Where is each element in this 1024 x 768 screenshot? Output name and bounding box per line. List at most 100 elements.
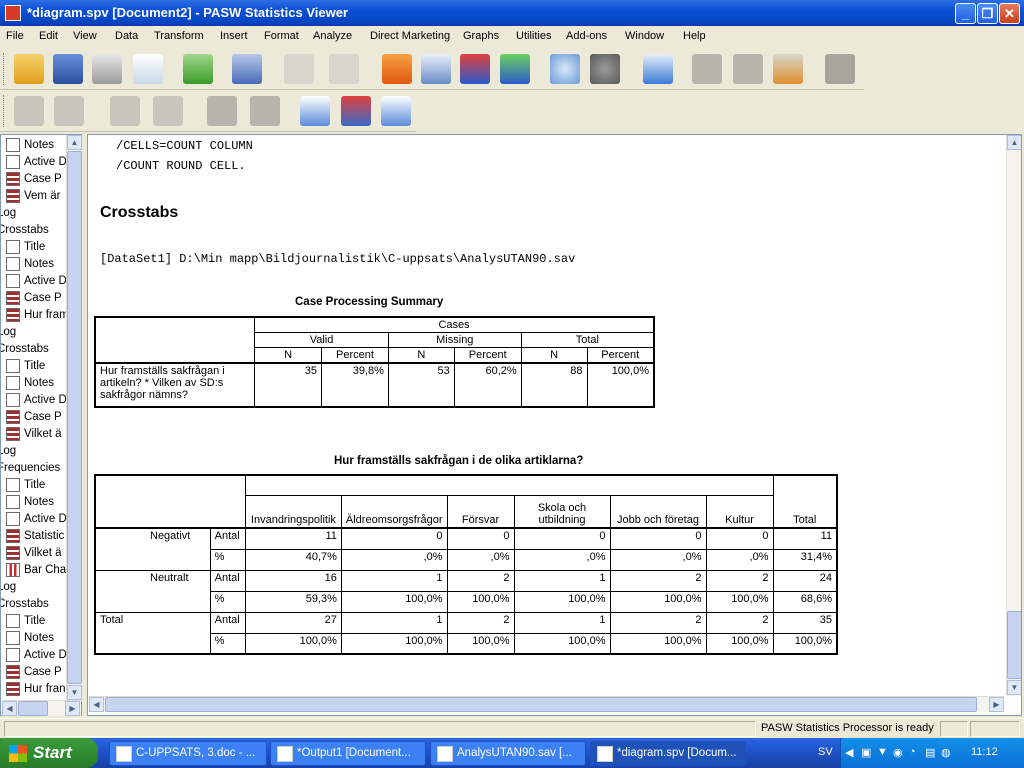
recall-dialog-icon[interactable] [232,54,262,84]
select-cases-icon[interactable] [590,54,620,84]
col-header: Jobb och företag [609,494,707,529]
tray-arrow-icon[interactable]: ◀ [845,746,853,759]
toolbar-grip[interactable] [3,95,6,127]
output-heading[interactable]: Crosstabs [100,204,178,222]
data-cell: 100,0% [446,590,515,613]
table-icon [6,427,20,441]
insert-text-icon[interactable] [381,96,411,126]
table-icon [6,529,20,543]
active-dataset-icon [6,648,20,662]
hide-icon[interactable] [250,96,280,126]
outline-pane[interactable]: Notes Active D Case P Vem är Log Crosstabs Tit… [0,134,82,716]
crosstab-table[interactable]: Total Invandringspolitik Äldreomsorgsfrå… [93,474,838,655]
menu-format[interactable]: Format [264,30,299,42]
menu-data[interactable]: Data [115,30,138,42]
tray-audio-icon[interactable]: ◉ [893,746,903,759]
scroll-left-arrow[interactable]: ◀ [2,701,17,716]
scroll-thumb[interactable] [67,151,82,684]
scroll-up-arrow[interactable]: ▲ [67,135,82,150]
collapse-icon[interactable] [153,96,183,126]
close-button[interactable]: ✕ [999,3,1020,24]
tray-sync-icon[interactable]: ▤ [925,746,935,759]
output-vertical-scrollbar[interactable]: ▲ ▼ [1006,135,1021,696]
insert-case-icon[interactable] [460,54,490,84]
menu-insert[interactable]: Insert [220,30,248,42]
scroll-thumb[interactable] [18,701,48,716]
output-horizontal-scrollbar[interactable]: ◀ ▶ [89,696,1004,712]
language-indicator[interactable]: SV [818,746,833,758]
goto-data-icon[interactable] [382,54,412,84]
demote-icon[interactable] [54,96,84,126]
insert-title-icon[interactable] [341,96,371,126]
show-icon[interactable] [207,96,237,126]
col-header-percent: Percent [320,347,389,364]
task-button-active[interactable]: *diagram.spv [Docum... [590,741,746,766]
tray-shield-icon[interactable]: ▼ [877,746,888,758]
restore-button[interactable]: ❐ [977,3,998,24]
minimize-button[interactable]: _ [955,3,976,24]
promote-icon[interactable] [14,96,44,126]
undo-icon[interactable] [284,54,314,84]
outline-item-label: Case P [24,666,62,678]
tray-security-icon[interactable]: ◍ [941,746,951,759]
menu-transform[interactable]: Transform [154,30,204,42]
case-processing-table[interactable]: Cases Valid Missing Total N Percent N Pe… [94,316,656,408]
toolbar-grip[interactable] [3,53,6,85]
col-header-valid: Valid [254,332,389,348]
start-button[interactable]: Start [0,738,98,768]
menu-help[interactable]: Help [683,30,706,42]
scroll-thumb[interactable] [105,697,977,712]
output-pane[interactable]: /CELLS=COUNT COLUMN /COUNT ROUND CELL. C… [87,134,1022,716]
print-icon[interactable] [92,54,122,84]
expand-icon[interactable] [110,96,140,126]
tray-network-icon[interactable]: ▣ [861,746,871,759]
scroll-up-arrow[interactable]: ▲ [1007,135,1021,150]
redo-icon[interactable] [329,54,359,84]
insert-heading-icon[interactable] [300,96,330,126]
menu-edit[interactable]: Edit [39,30,58,42]
export-icon[interactable] [183,54,213,84]
menu-analyze[interactable]: Analyze [313,30,352,42]
window-title: *diagram.spv [Document2] - PASW Statisti… [27,5,348,20]
open-folder-icon[interactable] [14,54,44,84]
menu-window[interactable]: Window [625,30,664,42]
show-all-variables-icon[interactable] [733,54,763,84]
split-file-icon[interactable] [550,54,580,84]
data-cell: 53 [387,362,455,408]
scroll-down-arrow[interactable]: ▼ [1007,680,1021,695]
col-header-missing: Missing [387,332,522,348]
menu-add-ons[interactable]: Add-ons [566,30,607,42]
data-cell: 100,0% [609,590,707,613]
menu-view[interactable]: View [73,30,97,42]
save-icon[interactable] [53,54,83,84]
print-preview-icon[interactable] [133,54,163,84]
outline-horizontal-scrollbar[interactable]: ◀ ▶ [2,700,81,716]
scroll-thumb[interactable] [1007,611,1021,679]
task-button[interactable]: *Output1 [Document... [270,741,426,766]
table-icon [6,308,20,322]
menu-utilities[interactable]: Utilities [516,30,551,42]
spelling-icon[interactable] [773,54,803,84]
outline-item-label: Crosstabs [1,224,49,236]
outline-item-label: Log [1,326,17,338]
scroll-down-arrow[interactable]: ▼ [67,685,82,700]
variables-icon[interactable] [500,54,530,84]
goto-case-icon[interactable] [421,54,451,84]
menu-graphs[interactable]: Graphs [463,30,499,42]
task-button[interactable]: AnalysUTAN90.sav [... [430,741,586,766]
scroll-right-arrow[interactable]: ▶ [65,701,80,716]
task-button[interactable]: C-UPPSATS, 3.doc - ... [109,741,267,766]
row-stat-label: % [209,632,246,655]
tray-wifi-icon[interactable]: ◔ [909,746,916,758]
col-header-n: N [387,347,455,364]
data-cell: 100,0% [446,632,515,655]
outline-vertical-scrollbar[interactable]: ▲ ▼ [66,135,82,701]
scroll-left-arrow[interactable]: ◀ [89,697,104,712]
designate-window-icon[interactable] [692,54,722,84]
value-labels-icon[interactable] [643,54,673,84]
task-label: *Output1 [Document... [297,747,411,759]
toggle-icon[interactable] [825,54,855,84]
scroll-right-arrow[interactable]: ▶ [989,697,1004,712]
menu-file[interactable]: File [6,30,24,42]
menu-direct-marketing[interactable]: Direct Marketing [370,30,450,42]
